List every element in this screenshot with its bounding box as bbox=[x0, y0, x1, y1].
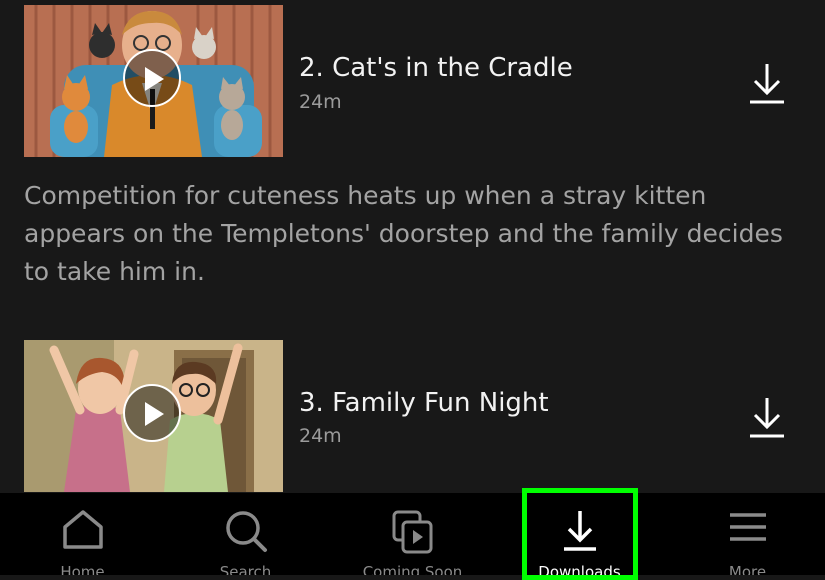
tab-more-label: More bbox=[728, 563, 767, 575]
play-button[interactable] bbox=[123, 49, 181, 107]
tab-more[interactable]: More bbox=[665, 493, 825, 575]
tab-home-label: Home bbox=[60, 563, 105, 575]
tab-search-label: Search bbox=[219, 563, 272, 575]
episode-description: Competition for cuteness heats up when a… bbox=[24, 181, 783, 286]
episode-duration: 24m bbox=[299, 425, 342, 447]
tab-downloads-label: Downloads bbox=[538, 563, 621, 575]
download-icon bbox=[750, 64, 784, 104]
menu-icon bbox=[729, 513, 766, 541]
home-icon bbox=[62, 510, 103, 549]
episode-list: 2. Cat's in the Cradle 24m Competition f… bbox=[0, 0, 825, 493]
episode-title[interactable]: 2. Cat's in the Cradle bbox=[299, 53, 573, 83]
episode-download-button[interactable] bbox=[748, 396, 786, 440]
tab-search[interactable]: Search bbox=[163, 493, 328, 575]
play-icon bbox=[145, 67, 164, 91]
tab-coming-soon-label: Coming Soon bbox=[362, 563, 463, 575]
play-button[interactable] bbox=[123, 384, 181, 442]
coming-soon-icon bbox=[392, 510, 432, 554]
search-icon bbox=[225, 511, 267, 552]
episode-thumbnail[interactable] bbox=[24, 340, 283, 492]
episode-thumbnail[interactable] bbox=[24, 5, 283, 157]
tab-home[interactable]: Home bbox=[0, 493, 165, 575]
tab-coming-soon[interactable]: Coming Soon bbox=[330, 493, 495, 575]
tab-downloads[interactable]: Downloads bbox=[497, 493, 662, 575]
play-icon bbox=[145, 402, 164, 426]
episode-title[interactable]: 3. Family Fun Night bbox=[299, 388, 549, 418]
download-icon bbox=[750, 398, 784, 438]
bottom-tab-bar: Home Search Coming Soon Downloads More bbox=[0, 493, 825, 575]
download-icon bbox=[563, 511, 596, 551]
episode-download-button[interactable] bbox=[748, 62, 786, 106]
episode-duration: 24m bbox=[299, 91, 342, 113]
